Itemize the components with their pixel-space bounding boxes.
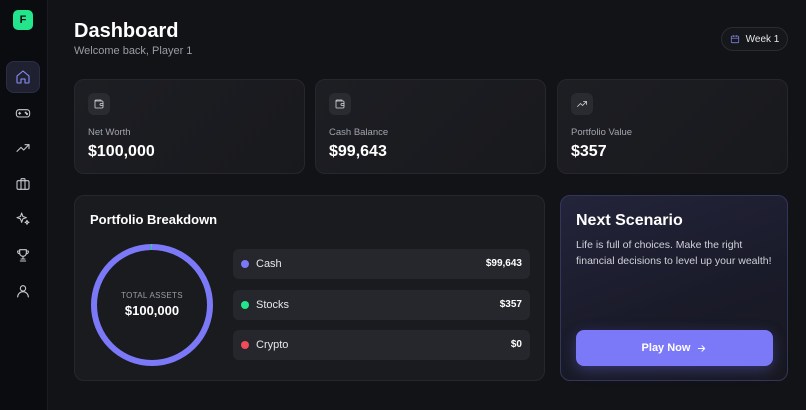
- stat-icon-box: [88, 93, 110, 115]
- trending-up-icon: [16, 144, 30, 152]
- stat-value: $357: [571, 143, 607, 160]
- sidebar-item-markets[interactable]: [6, 132, 40, 164]
- user-icon: [17, 285, 29, 298]
- sidebar-item-profile[interactable]: [6, 275, 40, 307]
- stat-label: Portfolio Value: [571, 127, 633, 138]
- stat-icon-box: [571, 93, 593, 115]
- arrow-right-icon: [698, 344, 706, 352]
- page-title: Dashboard: [74, 20, 179, 42]
- calendar-icon: [730, 35, 739, 44]
- asset-name: Stocks: [256, 299, 290, 311]
- week-button[interactable]: Week 1: [721, 27, 788, 51]
- sidebar-item-leaderboard[interactable]: [6, 239, 40, 271]
- scenario-description: Life is full of choices. Make the right …: [576, 239, 772, 267]
- sidebar: F: [0, 0, 48, 410]
- stat-label: Cash Balance: [329, 127, 389, 138]
- week-label: Week 1: [745, 33, 780, 45]
- stat-card-cash-balance: Cash Balance $99,643: [315, 79, 546, 174]
- asset-row-crypto: Crypto $0: [233, 330, 530, 360]
- asset-amount: $99,643: [485, 258, 522, 269]
- scenario-title: Next Scenario: [576, 212, 683, 229]
- stat-icon-box: [329, 93, 351, 115]
- trophy-icon: [17, 249, 29, 262]
- stat-card-portfolio-value: Portfolio Value $357: [557, 79, 788, 174]
- wallet-icon: [94, 99, 104, 109]
- stat-value: $99,643: [329, 143, 387, 160]
- sidebar-item-scenarios[interactable]: [6, 203, 40, 235]
- stat-value: $100,000: [88, 143, 155, 160]
- next-scenario-card: Next Scenario Life is full of choices. M…: [560, 195, 788, 381]
- breakdown-title: Portfolio Breakdown: [90, 212, 218, 227]
- home-icon: [16, 70, 30, 84]
- total-assets-value: $100,000: [124, 303, 180, 318]
- asset-amount: $0: [510, 339, 522, 350]
- page-subtitle: Welcome back, Player 1: [74, 45, 193, 57]
- asset-name: Crypto: [256, 339, 289, 351]
- portfolio-breakdown-card: Portfolio Breakdown TOTAL ASSETS $100,00…: [74, 195, 545, 381]
- asset-row-stocks: Stocks $357: [233, 290, 530, 320]
- sidebar-item-home[interactable]: [6, 61, 40, 93]
- wallet-icon: [335, 99, 345, 109]
- trending-up-icon: [577, 101, 587, 107]
- play-now-button[interactable]: Play Now: [576, 330, 773, 366]
- asset-amount: $357: [499, 299, 522, 310]
- play-now-label: Play Now: [641, 342, 691, 354]
- asset-row-cash: Cash $99,643: [233, 249, 530, 279]
- briefcase-icon: [16, 178, 30, 190]
- stat-label: Net Worth: [88, 127, 131, 138]
- sidebar-item-portfolio[interactable]: [6, 168, 40, 200]
- asset-color-dot: [241, 341, 249, 349]
- asset-color-dot: [241, 301, 249, 309]
- sparkles-icon: [16, 212, 30, 225]
- gamepad-icon: [15, 109, 31, 118]
- stat-card-net-worth: Net Worth $100,000: [74, 79, 305, 174]
- asset-color-dot: [241, 260, 249, 268]
- app-logo[interactable]: F: [13, 10, 33, 30]
- asset-name: Cash: [256, 258, 282, 270]
- total-assets-label: TOTAL ASSETS: [121, 291, 183, 300]
- sidebar-item-games[interactable]: [6, 97, 40, 129]
